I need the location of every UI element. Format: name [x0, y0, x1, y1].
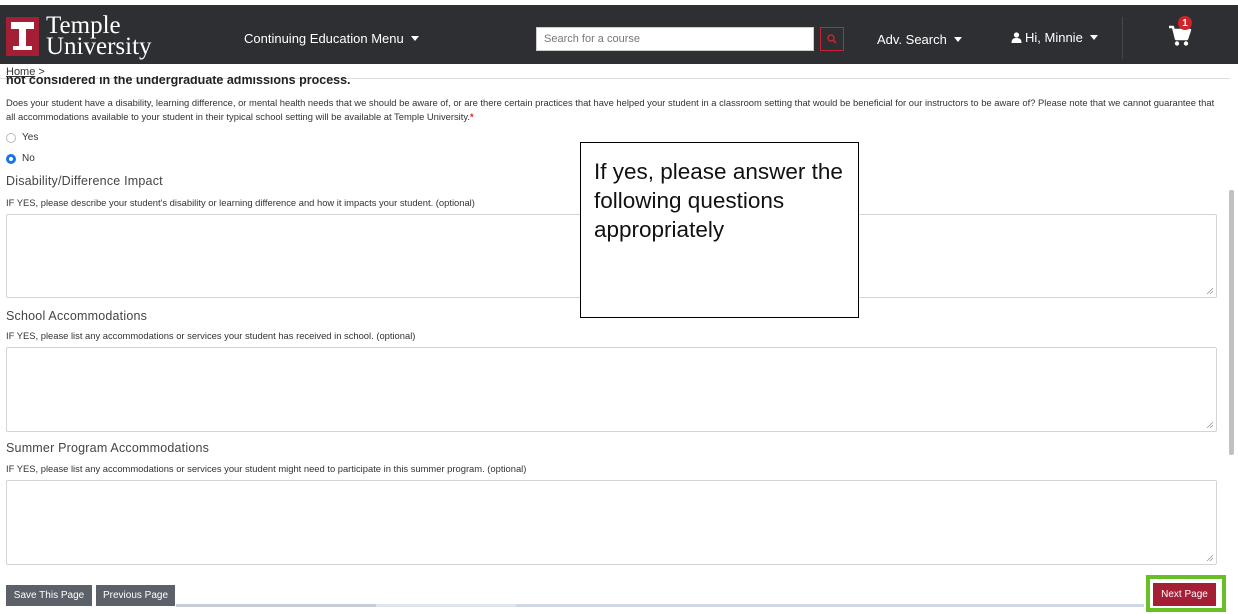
- field-hint-summer-accommodations: IF YES, please list any accommodations o…: [6, 463, 527, 474]
- chevron-down-icon: [1089, 35, 1098, 40]
- adv-search-menu[interactable]: Adv. Search: [877, 32, 962, 47]
- user-icon: [1011, 32, 1022, 43]
- save-page-button[interactable]: Save This Page: [6, 585, 92, 606]
- field-title-summer-accommodations: Summer Program Accommodations: [6, 441, 210, 455]
- radio-no-label: No: [22, 153, 35, 164]
- previous-page-button[interactable]: Previous Page: [96, 585, 175, 606]
- chevron-down-icon: [410, 36, 419, 41]
- resize-grip-icon[interactable]: [1206, 421, 1213, 428]
- field-hint-school-accommodations: IF YES, please list any accommodations o…: [6, 330, 416, 341]
- chevron-down-icon: [953, 37, 962, 42]
- continuing-education-menu-label: Continuing Education Menu: [244, 31, 404, 46]
- search-input[interactable]: [536, 27, 814, 51]
- callout-text: If yes, please answer the following ques…: [594, 159, 843, 242]
- radio-option-yes[interactable]: Yes: [6, 132, 38, 143]
- radio-yes[interactable]: [6, 132, 16, 143]
- radio-option-no[interactable]: No: [6, 153, 35, 164]
- temple-t-logo-icon: [6, 16, 39, 56]
- resize-grip-icon[interactable]: [1206, 554, 1213, 561]
- temple-logo[interactable]: Temple University: [6, 13, 152, 60]
- next-page-button[interactable]: Next Page: [1153, 583, 1216, 606]
- radio-yes-label: Yes: [22, 132, 39, 143]
- cart-count-badge: 1: [1178, 16, 1192, 30]
- search-button[interactable]: [820, 27, 844, 51]
- school-accommodations-textarea[interactable]: [6, 347, 1217, 432]
- nav-divider: [1122, 17, 1123, 59]
- field-title-school-accommodations: School Accommodations: [6, 309, 148, 323]
- adv-search-label: Adv. Search: [877, 32, 947, 47]
- accommodation-question: Does your student have a disability, lea…: [6, 96, 1224, 124]
- bottom-edge-strip: [176, 604, 1144, 607]
- instruction-callout: If yes, please answer the following ques…: [580, 142, 859, 318]
- required-asterisk: *: [469, 111, 474, 122]
- user-menu[interactable]: Hi, Minnie: [1011, 30, 1098, 45]
- course-search: [536, 27, 844, 51]
- page-scrollbar[interactable]: [1229, 190, 1234, 455]
- logo-line-university: University: [46, 33, 152, 60]
- radio-no[interactable]: [6, 153, 16, 164]
- top-navbar: Temple University Continuing Education M…: [0, 0, 1238, 64]
- question-text: Does your student have a disability, lea…: [6, 97, 1215, 122]
- search-icon: [827, 34, 837, 44]
- cutoff-heading: not considered in the undergraduate admi…: [6, 76, 351, 88]
- resize-grip-icon[interactable]: [1206, 287, 1213, 294]
- user-greeting: Hi, Minnie: [1025, 30, 1083, 45]
- continuing-education-menu[interactable]: Continuing Education Menu: [244, 31, 419, 46]
- field-title-disability-impact: Disability/Difference Impact: [6, 174, 163, 188]
- logo-text: Temple University: [46, 13, 152, 60]
- field-hint-disability-impact: IF YES, please describe your student's d…: [6, 197, 475, 208]
- cart-button[interactable]: 1: [1168, 16, 1194, 47]
- cutoff-heading-text: not considered in the undergraduate admi…: [6, 76, 351, 87]
- summer-accommodations-textarea[interactable]: [6, 480, 1217, 565]
